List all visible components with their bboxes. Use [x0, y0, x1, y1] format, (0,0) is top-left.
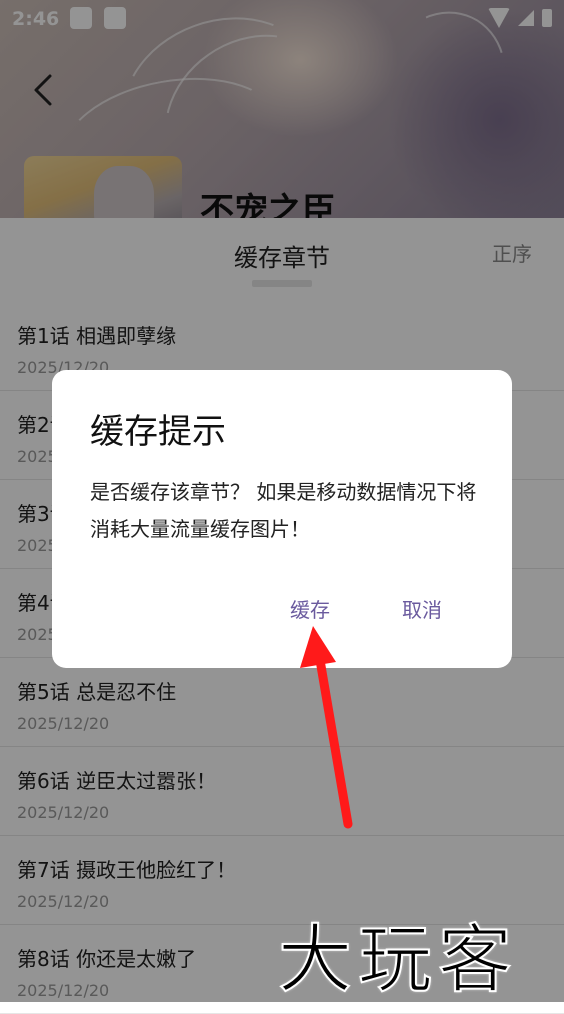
cache-dialog: 缓存提示 是否缓存该章节？ 如果是移动数据情况下将消耗大量流量缓存图片！ 缓存 … — [52, 370, 512, 668]
dialog-message: 是否缓存该章节？ 如果是移动数据情况下将消耗大量流量缓存图片！ — [90, 480, 477, 541]
cache-button[interactable]: 缓存 — [290, 594, 330, 623]
cancel-button[interactable]: 取消 — [402, 594, 442, 623]
watermark: 大玩客 — [277, 916, 518, 1004]
dialog-title: 缓存提示 — [90, 412, 226, 452]
